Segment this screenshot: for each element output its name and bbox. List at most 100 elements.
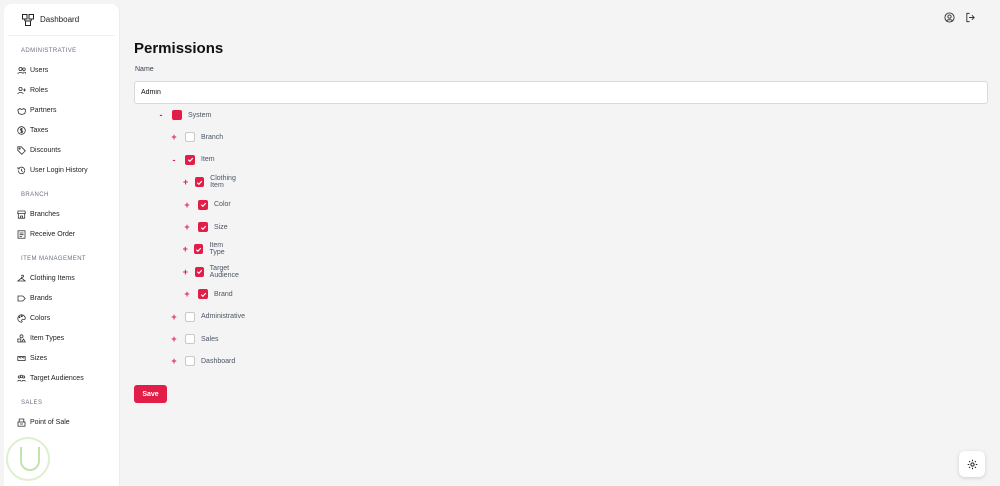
sidebar-section-title: ADMINISTRATIVE: [21, 48, 77, 54]
sidebar-item-taxes[interactable]: Taxes: [4, 120, 119, 140]
expand-toggle[interactable]: +: [182, 244, 188, 254]
name-label: Name: [135, 66, 154, 73]
sidebar-item-target-audiences[interactable]: Target Audiences: [4, 368, 119, 388]
sidebar-section-title: SALES: [21, 400, 43, 406]
sidebar-item-roles[interactable]: Roles: [4, 80, 119, 100]
sidebar-item-label: Target Audiences: [30, 374, 84, 382]
permission-checkbox[interactable]: [172, 110, 182, 120]
permission-checkbox[interactable]: [185, 334, 195, 344]
shapes-icon: [17, 333, 26, 342]
expand-toggle[interactable]: +: [182, 289, 192, 299]
tree-node-administrative: + Administrative: [169, 311, 245, 323]
expand-toggle[interactable]: +: [182, 267, 189, 277]
expand-toggle[interactable]: +: [182, 177, 189, 187]
sidebar-item-label: User Login History: [30, 166, 88, 174]
sidebar-item-users[interactable]: Users: [4, 60, 119, 80]
sidebar-item-label: Partners: [30, 106, 57, 114]
page-title: Permissions: [134, 40, 224, 57]
tree-node-sales: + Sales: [169, 333, 219, 345]
name-input[interactable]: [134, 81, 988, 104]
sidebar-item-brands[interactable]: Brands: [4, 288, 119, 308]
permission-checkbox[interactable]: [195, 177, 205, 188]
sidebar-item-label: Point of Sale: [30, 418, 70, 426]
tree-node-dashboard: + Dashboard: [169, 355, 235, 367]
sidebar-item-label: Discounts: [30, 146, 61, 154]
tree-node-clothing-item: + Clothing Item: [182, 175, 240, 190]
expand-toggle[interactable]: +: [182, 222, 192, 232]
handshake-icon: [17, 107, 26, 115]
ruler-icon: [17, 355, 26, 361]
permission-label: Brand: [214, 290, 233, 298]
topbar-actions: [944, 10, 976, 23]
sidebar-item-item-types[interactable]: Item Types: [4, 328, 119, 348]
sidebar-item-label: Roles: [30, 86, 48, 94]
hanger-icon: [17, 274, 26, 281]
tree-node-target-audience: + Target Audience: [182, 264, 243, 279]
sidebar-item-sizes[interactable]: Sizes: [4, 348, 119, 368]
expand-toggle[interactable]: +: [169, 132, 179, 142]
sidebar-item-label: Colors: [30, 314, 51, 322]
tree-node-branch: + Branch: [169, 131, 223, 143]
sidebar-item-colors[interactable]: Colors: [4, 308, 119, 328]
sidebar-nav: ADMINISTRATIVE Users Roles Partners Taxes Dis…: [4, 48, 119, 432]
sidebar-item-branches[interactable]: Branches: [4, 204, 119, 224]
brand-tag-icon: [17, 295, 26, 301]
user-plus-icon: [17, 86, 26, 94]
permission-checkbox[interactable]: [185, 356, 195, 367]
permission-checkbox[interactable]: [198, 199, 208, 210]
palette-icon: [17, 313, 26, 323]
sidebar-item-point-of-sale[interactable]: Point of Sale: [4, 412, 119, 432]
sidebar-section-title: ITEM MANAGEMENT: [21, 256, 87, 262]
permission-label: Item Type: [209, 242, 225, 257]
tag-icon: [17, 145, 26, 155]
expand-toggle[interactable]: +: [169, 334, 179, 344]
permission-checkbox[interactable]: [198, 289, 208, 300]
store-icon: [17, 210, 26, 219]
history-icon: [17, 166, 26, 174]
sidebar-item-receive-order[interactable]: Receive Order: [4, 224, 119, 244]
sidebar-item-label: Users: [30, 66, 49, 74]
sidebar-item-label: Sizes: [30, 354, 48, 362]
sidebar-item-label: Item Types: [30, 334, 65, 342]
collapse-toggle[interactable]: -: [169, 155, 179, 165]
tree-node-item: - Item: [169, 154, 215, 166]
tree-node-size: + Size: [182, 221, 228, 233]
permission-label: Sales: [201, 335, 219, 343]
sidebar-item-user-login-history[interactable]: User Login History: [4, 160, 119, 180]
permission-checkbox[interactable]: [194, 244, 204, 255]
sidebar-item-label: Receive Order: [30, 230, 76, 238]
collapse-toggle[interactable]: -: [156, 110, 166, 120]
permission-label: Dashboard: [201, 357, 236, 365]
sidebar-item-clothing-items[interactable]: Clothing Items: [4, 268, 119, 288]
permission-label: Clothing Item: [210, 175, 236, 190]
register-icon: [17, 418, 26, 427]
expand-toggle[interactable]: +: [169, 356, 179, 366]
sidebar-item-label: Taxes: [30, 126, 49, 134]
settings-button[interactable]: [959, 451, 985, 477]
sidebar-item-partners[interactable]: Partners: [4, 100, 119, 120]
sidebar-brand[interactable]: Dashboard: [8, 4, 115, 36]
permission-checkbox[interactable]: [194, 266, 204, 277]
sidebar-item-label: Brands: [30, 294, 53, 302]
permission-checkbox[interactable]: [198, 222, 208, 232]
tree-node-brand: + Brand: [182, 288, 233, 300]
audience-icon: [17, 374, 26, 382]
permission-checkbox[interactable]: [185, 132, 195, 143]
logout-icon[interactable]: [965, 10, 976, 23]
permission-label: Color: [214, 201, 231, 209]
sidebar-item-label: Clothing Items: [30, 274, 75, 282]
expand-toggle[interactable]: +: [169, 312, 179, 322]
permission-checkbox[interactable]: [185, 154, 195, 165]
sidebar-item-discounts[interactable]: Discounts: [4, 140, 119, 160]
user-circle-icon[interactable]: [944, 10, 955, 23]
tree-node-color: + Color: [182, 199, 231, 211]
brand-label: Dashboard: [40, 15, 80, 24]
receipt-icon: [17, 229, 26, 239]
expand-toggle[interactable]: +: [182, 200, 192, 210]
permission-checkbox[interactable]: [185, 311, 195, 322]
permission-label: Administrative: [201, 313, 245, 321]
permission-label: Size: [214, 223, 228, 231]
dashboard-icon: [22, 13, 34, 26]
permission-label: Target Audience: [209, 264, 239, 279]
save-button[interactable]: Save: [134, 385, 167, 403]
